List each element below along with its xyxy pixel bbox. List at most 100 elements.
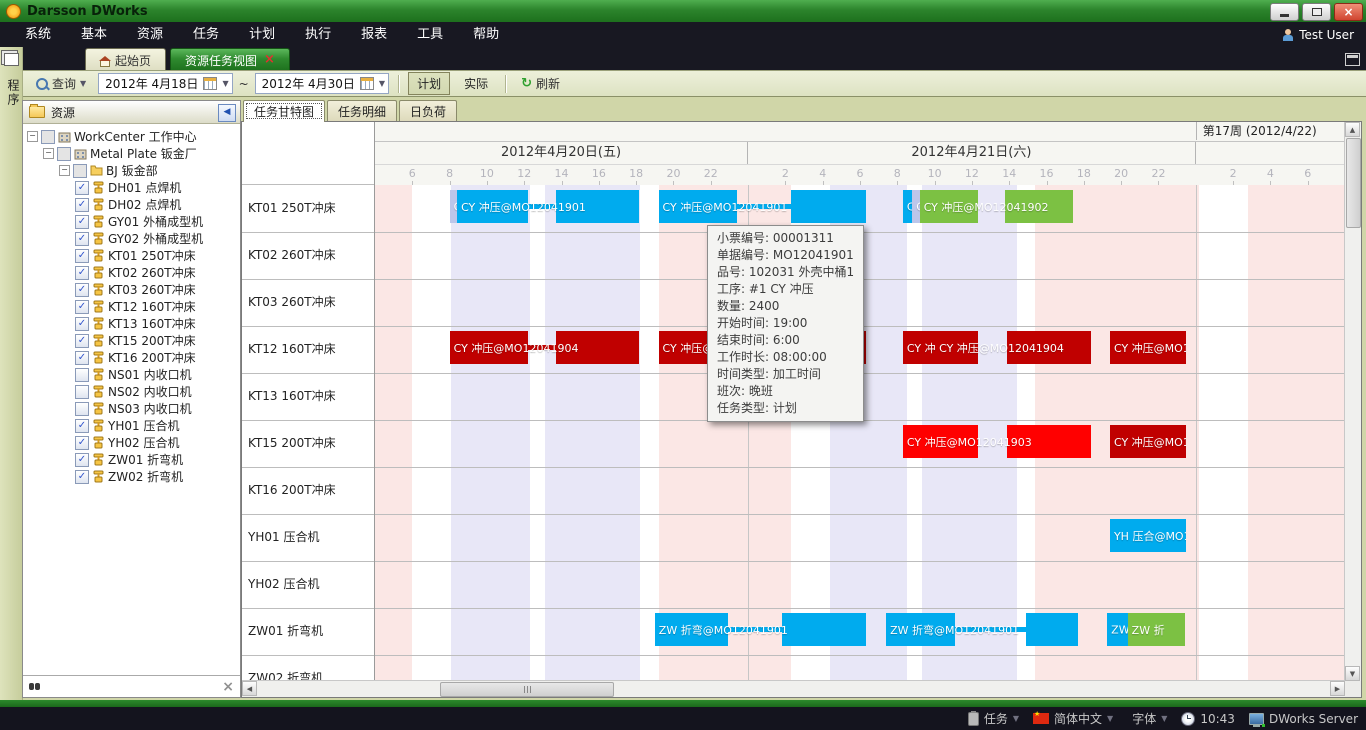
doc-tab[interactable]: 资源任务视图×: [170, 48, 290, 71]
tree-checkbox[interactable]: ✓: [75, 215, 89, 229]
horizontal-scroll-thumb[interactable]: [440, 682, 614, 697]
tree-checkbox[interactable]: ✓: [75, 453, 89, 467]
tree-item[interactable]: ✓ZW02 折弯机: [23, 468, 240, 485]
tree-item[interactable]: ✓KT03 260T冲床: [23, 281, 240, 298]
tree-item[interactable]: ✓YH01 压合机: [23, 417, 240, 434]
chevron-down-icon[interactable]: ▼: [1013, 714, 1019, 723]
tree-item[interactable]: ✓GY02 外桶成型机: [23, 230, 240, 247]
tree-checkbox[interactable]: ✓: [75, 470, 89, 484]
chevron-down-icon[interactable]: ▼: [1107, 714, 1113, 723]
gantt-task-bar[interactable]: CY 冲压@MO12041903: [903, 425, 1091, 458]
gantt-task-bar[interactable]: ZW: [1107, 613, 1128, 646]
tree-item[interactable]: NS02 内收口机: [23, 383, 240, 400]
refresh-button[interactable]: ↻ 刷新: [515, 73, 566, 94]
close-icon[interactable]: ×: [222, 681, 234, 693]
tree-checkbox[interactable]: [75, 368, 89, 382]
horizontal-scrollbar[interactable]: ◀ ▶: [242, 680, 1345, 697]
scroll-right-icon[interactable]: ▶: [1330, 681, 1345, 696]
gantt-task-bar[interactable]: CY 冲压@MO12041902: [920, 190, 1073, 223]
collapse-panel-button[interactable]: ◀: [218, 104, 236, 122]
tree-checkbox[interactable]: ✓: [75, 436, 89, 450]
actual-toggle-button[interactable]: 实际: [456, 73, 496, 94]
gantt-tab[interactable]: 日负荷: [399, 100, 457, 122]
tree-item[interactable]: NS03 内收口机: [23, 400, 240, 417]
gantt-task-bar[interactable]: YH 压合@MO1: [1110, 519, 1186, 552]
doc-tab[interactable]: 起始页: [85, 48, 166, 71]
statusbar-item[interactable]: 简体中文▼: [1033, 710, 1113, 727]
tree-checkbox[interactable]: ✓: [75, 334, 89, 348]
menu-item[interactable]: 计划: [234, 22, 290, 47]
tree-item[interactable]: −Metal Plate 钣金厂: [23, 145, 240, 162]
tree-checkbox[interactable]: [73, 164, 87, 178]
statusbar-item[interactable]: 字体▼: [1127, 710, 1167, 727]
tree-item[interactable]: ✓KT16 200T冲床: [23, 349, 240, 366]
vertical-scrollbar[interactable]: ▲ ▼: [1344, 122, 1361, 681]
tree-checkbox[interactable]: ✓: [75, 198, 89, 212]
minimize-button[interactable]: [1270, 3, 1299, 21]
query-button[interactable]: 查询 ▼: [30, 73, 92, 94]
menu-item[interactable]: 报表: [346, 22, 402, 47]
tree-item[interactable]: −WorkCenter 工作中心: [23, 128, 240, 145]
scroll-down-icon[interactable]: ▼: [1345, 666, 1360, 681]
gantt-tab[interactable]: 任务明细: [327, 100, 397, 122]
menu-item[interactable]: 系统: [10, 22, 66, 47]
gantt-task-bar[interactable]: CY 冲压@MO12041901: [457, 190, 639, 223]
menu-item[interactable]: 帮助: [458, 22, 514, 47]
gantt-task-bar[interactable]: ZW 折弯@MO12041901: [886, 613, 1078, 646]
user-indicator[interactable]: Test User: [1282, 22, 1354, 47]
gantt-task-bar[interactable]: CY 冲压@MO1: [1110, 331, 1186, 364]
vertical-scroll-thumb[interactable]: [1346, 138, 1361, 228]
tree-item[interactable]: ✓DH02 点焊机: [23, 196, 240, 213]
tree-search-bar[interactable]: ×: [23, 675, 240, 697]
scroll-left-icon[interactable]: ◀: [242, 681, 257, 696]
chevron-down-icon[interactable]: ▼: [222, 79, 228, 88]
expander-icon[interactable]: −: [43, 148, 54, 159]
tree-checkbox[interactable]: [75, 402, 89, 416]
tree-item[interactable]: NS01 内收口机: [23, 366, 240, 383]
menu-item[interactable]: 资源: [122, 22, 178, 47]
tree-item[interactable]: ✓GY01 外桶成型机: [23, 213, 240, 230]
date-from-input[interactable]: 2012年 4月18日 ▼: [98, 73, 232, 94]
gantt-task-bar[interactable]: C: [903, 190, 912, 223]
tree-item[interactable]: ✓KT12 160T冲床: [23, 298, 240, 315]
plan-toggle-button[interactable]: 计划: [408, 72, 450, 95]
gantt-task-bar[interactable]: ZW 折: [1128, 613, 1186, 646]
expander-icon[interactable]: −: [27, 131, 38, 142]
tree-checkbox[interactable]: ✓: [75, 419, 89, 433]
date-to-input[interactable]: 2012年 4月30日 ▼: [255, 73, 389, 94]
gantt-task-bar[interactable]: ZW 折弯@MO12041901: [655, 613, 866, 646]
scroll-up-icon[interactable]: ▲: [1345, 122, 1360, 137]
restore-button[interactable]: [1302, 3, 1331, 21]
tree-item[interactable]: ✓ZW01 折弯机: [23, 451, 240, 468]
menu-item[interactable]: 任务: [178, 22, 234, 47]
tree-checkbox[interactable]: ✓: [75, 232, 89, 246]
chevron-down-icon[interactable]: ▼: [1161, 714, 1167, 723]
expander-icon[interactable]: −: [59, 165, 70, 176]
gantt-task-bar[interactable]: C: [912, 190, 919, 223]
gantt-task-bar[interactable]: CY 冲压@MO12041904: [450, 331, 639, 364]
gantt-tab[interactable]: 任务甘特图: [243, 100, 325, 122]
tree-checkbox[interactable]: ✓: [75, 181, 89, 195]
gantt-task-bar[interactable]: CY 冲压@MO12041901: [659, 190, 866, 223]
find-icon[interactable]: [29, 683, 41, 690]
close-tab-icon[interactable]: ×: [264, 55, 275, 65]
tree-item[interactable]: −BJ 钣金部: [23, 162, 240, 179]
tree-checkbox[interactable]: [57, 147, 71, 161]
chevron-down-icon[interactable]: ▼: [379, 79, 385, 88]
program-side-strip[interactable]: 程序: [0, 47, 23, 700]
tree-checkbox[interactable]: ✓: [75, 300, 89, 314]
tree-item[interactable]: ✓KT15 200T冲床: [23, 332, 240, 349]
tree-checkbox[interactable]: [75, 385, 89, 399]
menu-item[interactable]: 基本: [66, 22, 122, 47]
tree-item[interactable]: ✓KT01 250T冲床: [23, 247, 240, 264]
tree-checkbox[interactable]: [41, 130, 55, 144]
close-button[interactable]: ×: [1334, 3, 1363, 21]
tree-item[interactable]: ✓YH02 压合机: [23, 434, 240, 451]
menu-item[interactable]: 执行: [290, 22, 346, 47]
tree-item[interactable]: ✓DH01 点焊机: [23, 179, 240, 196]
tree-checkbox[interactable]: ✓: [75, 283, 89, 297]
tree-checkbox[interactable]: ✓: [75, 351, 89, 365]
tree-checkbox[interactable]: ✓: [75, 266, 89, 280]
gantt-task-bar[interactable]: CY 冲 CY 冲压@MO12041904: [903, 331, 1091, 364]
window-list-icon[interactable]: [1345, 53, 1360, 66]
